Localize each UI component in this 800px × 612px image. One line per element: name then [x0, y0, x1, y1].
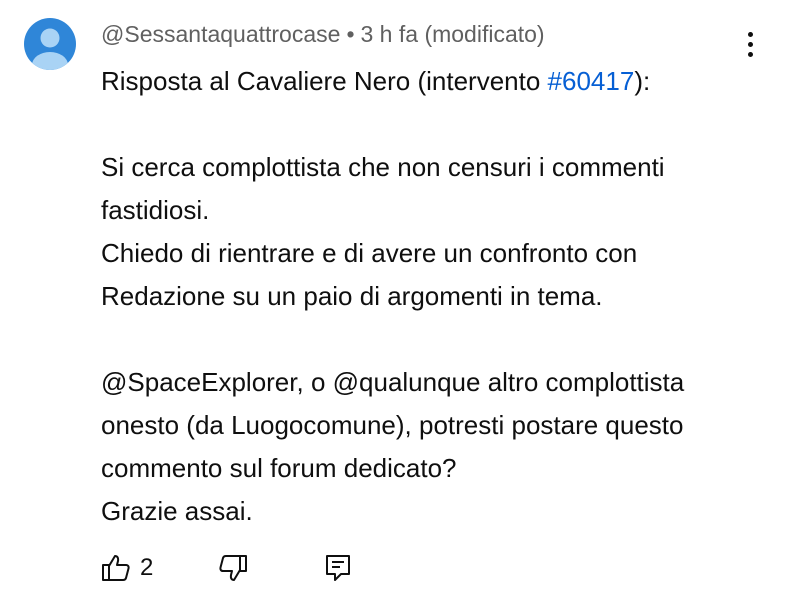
more-vertical-icon	[747, 31, 753, 37]
default-avatar-icon	[32, 28, 68, 70]
thumb-down-icon	[219, 555, 247, 581]
comment-paragraph: Chiedo di rientrare e di avere un confro…	[101, 238, 638, 311]
comment-actions: 2	[100, 548, 420, 588]
thumb-up-icon	[102, 555, 130, 581]
like-count: 2	[140, 554, 154, 581]
meta-separator: •	[346, 21, 355, 47]
comment-meta: @Sessantaquattrocase • 3 h fa (modificato)	[101, 18, 761, 50]
edited-label: (modificato)	[424, 21, 545, 47]
reply-reference: Risposta al Cavaliere Nero (intervento #…	[101, 60, 761, 103]
comment-body: Risposta al Cavaliere Nero (intervento #…	[101, 60, 761, 533]
more-vertical-icon	[747, 51, 753, 57]
reply-button[interactable]	[322, 548, 354, 588]
reply-comment-icon	[326, 555, 350, 581]
comment-time[interactable]: 3 h fa	[361, 21, 419, 47]
reply-suffix: ):	[634, 66, 651, 96]
comment-author[interactable]: @Sessantaquattrocase	[101, 21, 340, 47]
more-vertical-icon	[747, 41, 753, 47]
comment-paragraph: @SpaceExplorer, o @qualunque altro compl…	[101, 367, 685, 483]
like-button[interactable]: 2	[100, 548, 153, 588]
comment-content: @Sessantaquattrocase • 3 h fa (modificato)…	[101, 18, 761, 533]
dislike-button[interactable]	[217, 548, 249, 588]
comment-paragraph: Grazie assai.	[101, 496, 253, 526]
comment-paragraph: Si cerca complottista che non censuri i …	[101, 152, 665, 225]
avatar[interactable]	[24, 18, 76, 70]
more-options-button[interactable]	[736, 28, 764, 60]
reply-link[interactable]: #60417	[548, 66, 635, 96]
reply-prefix: Risposta al Cavaliere Nero (intervento	[101, 66, 548, 96]
